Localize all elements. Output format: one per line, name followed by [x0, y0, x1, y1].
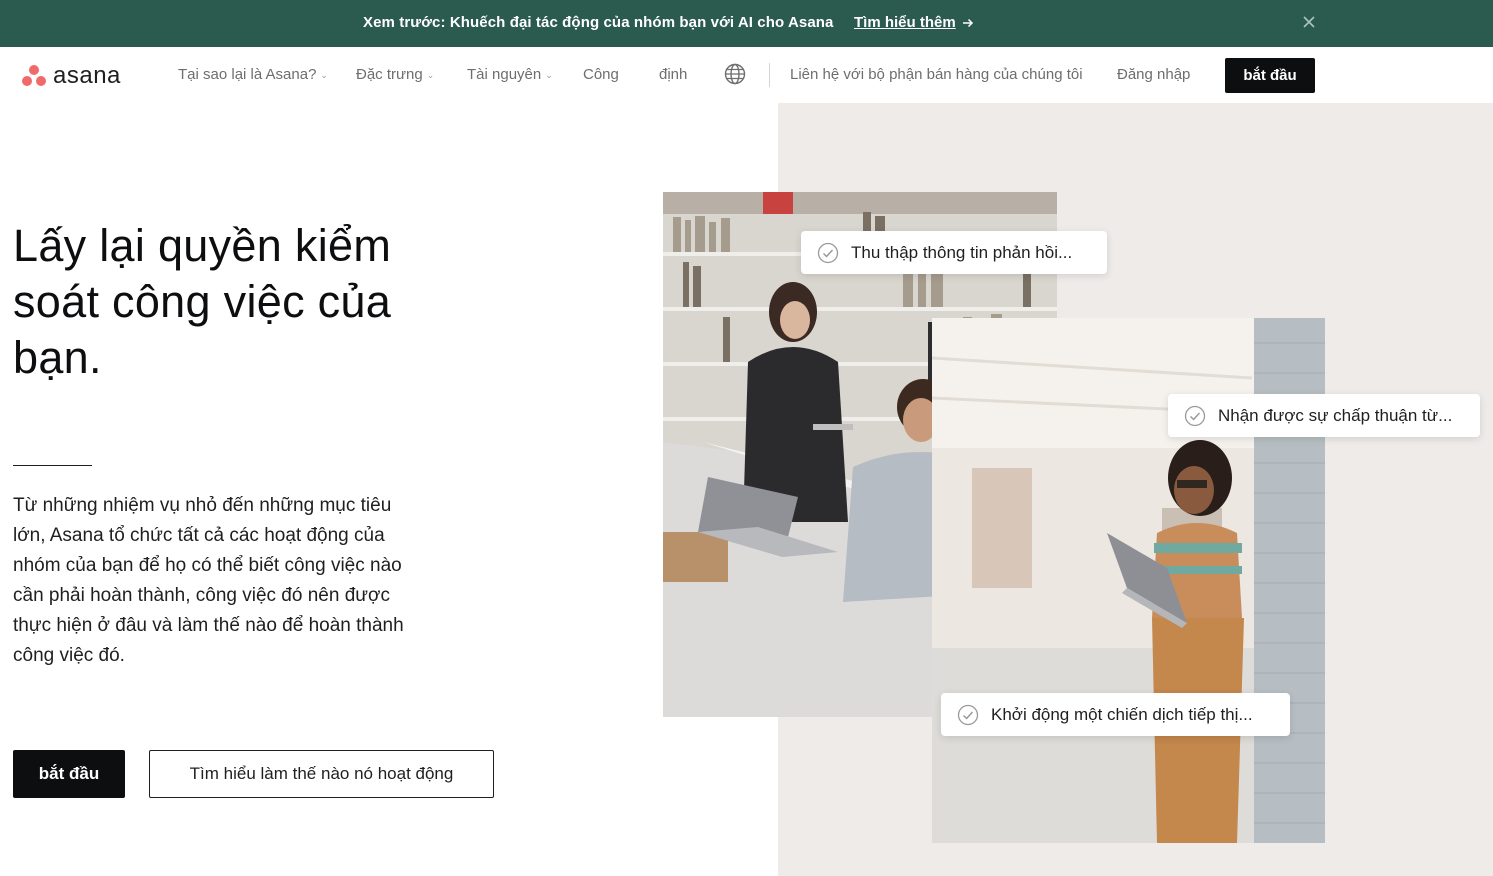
nav-item-resources[interactable]: Tài nguyên ⌄ [467, 66, 553, 83]
login-label: Đăng nhập [1117, 66, 1191, 83]
asana-logo-icon [22, 65, 47, 87]
how-it-works-button[interactable]: Tìm hiểu làm thế nào nó hoạt động [149, 750, 494, 798]
contact-sales-link[interactable]: Liên hệ với bộ phận bán hàng của chúng t… [790, 66, 1083, 83]
nav-item-label: Đặc trưng [356, 66, 423, 83]
banner-link-label[interactable]: Tìm hiểu thêm [854, 14, 956, 31]
nav-divider [769, 63, 770, 87]
announcement-banner: Xem trước: Khuếch đại tác động của nhóm … [0, 0, 1493, 47]
banner-text: Xem trước: Khuếch đại tác động của nhóm … [363, 14, 834, 31]
chevron-down-icon: ⌄ [545, 70, 553, 80]
task-label: Nhận được sự chấp thuận từ... [1218, 405, 1453, 425]
get-started-nav-button[interactable]: bắt đầu [1225, 58, 1315, 93]
nav-item-why-asana[interactable]: Tại sao lại là Asana? ⌄ [178, 66, 328, 83]
nav-item-label: Tại sao lại là Asana? [178, 66, 317, 83]
task-card: Khởi động một chiến dịch tiếp thị... [941, 693, 1290, 736]
asana-logo[interactable]: asana [22, 62, 121, 90]
logo-wordmark: asana [53, 62, 121, 89]
globe-icon[interactable] [724, 63, 746, 85]
task-label: Thu thập thông tin phản hồi... [851, 242, 1073, 262]
nav-item-features[interactable]: Đặc trưng ⌄ [356, 66, 434, 83]
nav-item-pricing[interactable]: định [659, 66, 687, 83]
contact-sales-label: Liên hệ với bộ phận bán hàng của chúng t… [790, 66, 1083, 83]
nav-item-label: Công [583, 66, 619, 83]
get-started-button[interactable]: bắt đầu [13, 750, 125, 798]
nav-item-label: Tài nguyên [467, 66, 542, 83]
arrow-right-icon [962, 18, 973, 27]
nav-item-enterprise[interactable]: Công [583, 66, 619, 83]
hero-title: Lấy lại quyền kiểm soát công việc của bạ… [13, 220, 392, 383]
login-link[interactable]: Đăng nhập [1117, 66, 1190, 83]
task-card: Thu thập thông tin phản hồi... [801, 231, 1107, 274]
check-circle-icon [957, 704, 979, 725]
chevron-down-icon: ⌄ [320, 70, 328, 80]
close-icon[interactable] [1300, 13, 1318, 31]
main-nav: asana Tại sao lại là Asana? ⌄ Đặc trưng … [0, 47, 1493, 103]
banner-learn-more-link[interactable]: Tìm hiểu thêm [854, 14, 974, 31]
check-circle-icon [817, 242, 839, 263]
hero-divider [13, 465, 92, 466]
nav-item-label: định [659, 66, 688, 83]
hero-description: Từ những nhiệm vụ nhỏ đến những mục tiêu… [13, 495, 404, 666]
task-card: Nhận được sự chấp thuận từ... [1168, 394, 1480, 437]
chevron-down-icon: ⌄ [426, 70, 435, 80]
task-label: Khởi động một chiến dịch tiếp thị... [991, 704, 1253, 724]
check-circle-icon [1184, 405, 1206, 426]
